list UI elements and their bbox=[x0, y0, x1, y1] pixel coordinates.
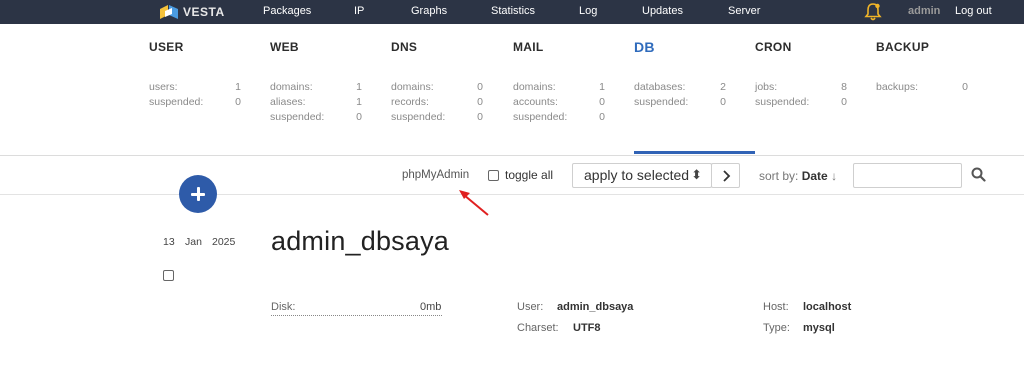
stat-label: suspended: bbox=[270, 111, 325, 123]
annotation-arrow-icon bbox=[459, 190, 489, 216]
bell-icon bbox=[864, 3, 882, 21]
tab-dns[interactable]: DNS domains: 0 records: 0 suspended: 0 bbox=[391, 24, 501, 155]
nav-server[interactable]: Server bbox=[728, 5, 760, 17]
search-button[interactable] bbox=[971, 167, 986, 187]
stat-label: backups: bbox=[876, 81, 919, 93]
stat-label: suspended: bbox=[149, 96, 204, 108]
host-label: Host: bbox=[763, 301, 789, 313]
sort-direction-icon: ↓ bbox=[831, 169, 838, 183]
stat-label: databases: bbox=[634, 81, 686, 93]
tab-title: CRON bbox=[755, 40, 792, 54]
nav-statistics[interactable]: Statistics bbox=[491, 5, 535, 17]
tab-title: MAIL bbox=[513, 40, 544, 54]
toggle-all-label: toggle all bbox=[505, 168, 554, 182]
nav-updates[interactable]: Updates bbox=[642, 5, 683, 17]
stat-label: suspended: bbox=[634, 96, 689, 108]
stat-value: 0 bbox=[477, 96, 483, 108]
stat-value: 1 bbox=[599, 81, 605, 93]
tab-title: USER bbox=[149, 40, 184, 54]
top-navbar: VESTA Packages IP Graphs Statistics Log … bbox=[0, 0, 1024, 24]
tab-mail[interactable]: MAIL domains: 1 accounts: 0 suspended: 0 bbox=[513, 24, 623, 155]
charset-label: Charset: bbox=[517, 322, 559, 334]
stat-label: suspended: bbox=[513, 111, 568, 123]
stat-label: records: bbox=[391, 96, 429, 108]
db-user-label: User: bbox=[517, 301, 544, 313]
vesta-logo[interactable]: VESTA bbox=[160, 4, 225, 20]
active-tab-indicator bbox=[634, 151, 755, 154]
database-name[interactable]: admin_dbsaya bbox=[271, 226, 449, 257]
list-toolbar: phpMyAdmin toggle all apply to selected … bbox=[0, 156, 1024, 194]
stat-label: jobs: bbox=[755, 81, 778, 93]
user-menu-link[interactable]: admin bbox=[908, 5, 940, 17]
type-value: mysql bbox=[803, 322, 835, 334]
phpmyadmin-link[interactable]: phpMyAdmin bbox=[402, 169, 469, 181]
tab-title: DB bbox=[634, 39, 655, 55]
stat-value: 1 bbox=[356, 96, 362, 108]
stat-value: 0 bbox=[477, 111, 483, 123]
tab-user[interactable]: USER users: 1 suspended: 0 bbox=[149, 24, 259, 155]
charset-value: UTF8 bbox=[573, 322, 601, 334]
search-input[interactable] bbox=[853, 163, 962, 188]
stat-label: users: bbox=[149, 81, 178, 93]
stat-label: suspended: bbox=[755, 96, 810, 108]
stat-label: domains: bbox=[391, 81, 434, 93]
record-year: 2025 bbox=[212, 236, 236, 248]
stat-value: 0 bbox=[356, 111, 362, 123]
tab-cron[interactable]: CRON jobs: 8 suspended: 0 bbox=[755, 24, 865, 155]
tab-title: BACKUP bbox=[876, 40, 930, 54]
bulk-action-value: apply to selected bbox=[584, 167, 690, 183]
sort-control[interactable]: sort by: Date ↓ bbox=[759, 169, 837, 183]
nav-graphs[interactable]: Graphs bbox=[411, 5, 447, 17]
nav-ip[interactable]: IP bbox=[354, 5, 364, 17]
stat-value: 1 bbox=[235, 81, 241, 93]
stat-value: 0 bbox=[235, 96, 241, 108]
stat-value: 0 bbox=[841, 96, 847, 108]
stat-value: 2 bbox=[720, 81, 726, 93]
stat-label: domains: bbox=[513, 81, 556, 93]
disk-value: 0mb bbox=[420, 301, 442, 313]
add-database-button[interactable] bbox=[179, 175, 217, 213]
divider bbox=[0, 194, 1024, 195]
stat-value: 0 bbox=[599, 96, 605, 108]
sort-prefix: sort by: bbox=[759, 169, 799, 183]
stat-value: 0 bbox=[477, 81, 483, 93]
record-day: 13 bbox=[163, 236, 175, 248]
stat-label: suspended: bbox=[391, 111, 446, 123]
stat-label: aliases: bbox=[270, 96, 306, 108]
logout-link[interactable]: Log out bbox=[955, 5, 992, 17]
type-label: Type: bbox=[763, 322, 790, 334]
record-select-checkbox[interactable] bbox=[163, 268, 174, 286]
db-user-value: admin_dbsaya bbox=[557, 301, 634, 313]
record-month: Jan bbox=[185, 236, 202, 248]
tab-backup[interactable]: BACKUP backups: 0 bbox=[876, 24, 986, 155]
stat-label: domains: bbox=[270, 81, 313, 93]
sort-arrows-icon: ⬍ bbox=[691, 167, 702, 182]
tab-web[interactable]: WEB domains: 1 aliases: 1 suspended: 0 bbox=[270, 24, 380, 155]
stats-panel: USER users: 1 suspended: 0 WEB domains: 1 a… bbox=[0, 24, 1024, 155]
vesta-logo-icon bbox=[160, 5, 178, 19]
nav-log[interactable]: Log bbox=[579, 5, 597, 17]
tab-title: WEB bbox=[270, 40, 299, 54]
host-value: localhost bbox=[803, 301, 852, 313]
stat-value: 1 bbox=[356, 81, 362, 93]
stat-value: 0 bbox=[962, 81, 968, 93]
logo-text: VESTA bbox=[183, 5, 225, 19]
stat-value: 0 bbox=[720, 96, 726, 108]
stat-value: 0 bbox=[599, 111, 605, 123]
nav-packages[interactable]: Packages bbox=[263, 5, 311, 17]
checkbox-box bbox=[163, 270, 174, 281]
stat-value: 8 bbox=[841, 81, 847, 93]
toggle-all-control[interactable]: toggle all bbox=[488, 168, 553, 182]
chevron-right-icon bbox=[722, 170, 730, 182]
disk-label: Disk: bbox=[271, 301, 296, 313]
tab-title: DNS bbox=[391, 40, 418, 54]
tab-db[interactable]: DB databases: 2 suspended: 0 bbox=[634, 24, 755, 155]
search-icon bbox=[971, 167, 986, 182]
stat-label: accounts: bbox=[513, 96, 558, 108]
toggle-all-checkbox[interactable] bbox=[488, 169, 499, 181]
apply-button[interactable] bbox=[711, 163, 740, 188]
bulk-action-select[interactable]: apply to selected ⬍ bbox=[572, 163, 712, 188]
disk-usage-bar bbox=[271, 315, 442, 316]
sort-field: Date bbox=[801, 169, 828, 183]
